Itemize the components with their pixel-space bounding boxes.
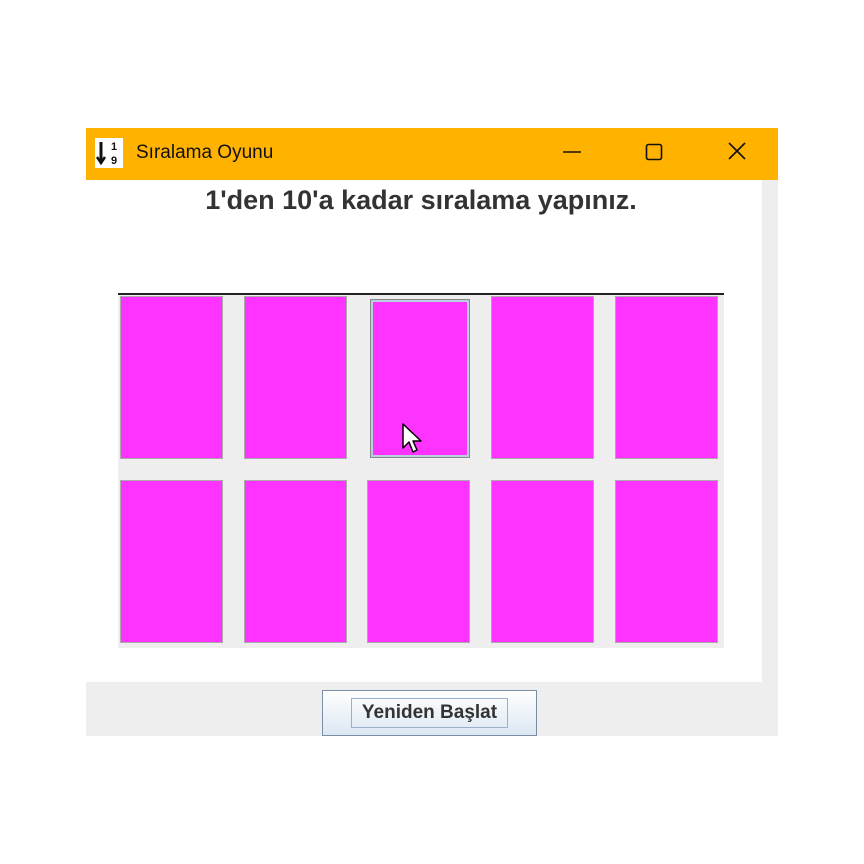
card-5[interactable] [615,296,718,459]
bottom-bar: Yeniden Başlat [86,682,778,736]
card-6[interactable] [120,480,223,643]
icon-bottom-digit: 9 [111,155,117,167]
game-panel: 1'den 10'a kadar sıralama yapınız. [86,180,762,682]
restart-button[interactable]: Yeniden Başlat [322,690,537,736]
card-2[interactable] [244,296,347,459]
icon-top-digit: 1 [111,141,117,153]
instruction-heading: 1'den 10'a kadar sıralama yapınız. [205,185,637,215]
card-10[interactable] [615,480,718,643]
maximize-button[interactable] [624,128,684,180]
card-7[interactable] [244,480,347,643]
card-grid [118,293,724,648]
card-8[interactable] [367,480,470,643]
window-edge [762,180,778,682]
card-4[interactable] [491,296,594,459]
maximize-icon [645,143,663,161]
mouse-pointer-icon [402,423,422,453]
sort-numeric-icon: 1 9 [95,138,123,168]
close-button[interactable] [708,128,768,180]
window-title: Sıralama Oyunu [136,142,274,163]
card-9[interactable] [491,480,594,643]
title-bar[interactable]: 1 9 Sıralama Oyunu [86,128,778,180]
app-window: 1 9 Sıralama Oyunu 1'den 10'a kadar sıra… [86,128,778,736]
minimize-icon [563,151,581,153]
close-icon [728,142,746,160]
minimize-button[interactable] [542,128,602,180]
card-1[interactable] [120,296,223,459]
restart-button-label: Yeniden Başlat [351,698,508,728]
